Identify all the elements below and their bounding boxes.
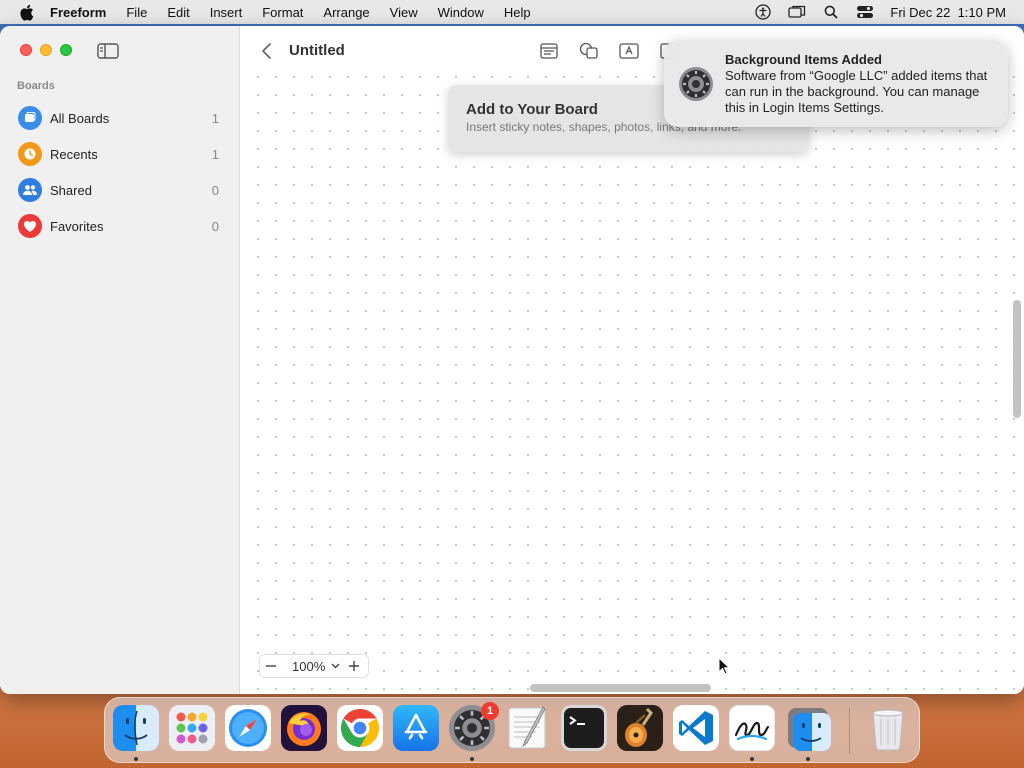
menubar-clock[interactable]: Fri Dec 22 1:10 PM <box>890 5 1006 20</box>
menu-view[interactable]: View <box>390 5 418 20</box>
menu-file[interactable]: File <box>126 5 147 20</box>
zoom-out-button[interactable] <box>260 655 282 677</box>
mouse-pointer-icon <box>718 656 731 675</box>
back-chevron-icon[interactable] <box>259 40 275 62</box>
vertical-scrollbar[interactable] <box>1013 300 1021 418</box>
running-indicator <box>750 757 754 761</box>
menu-window[interactable]: Window <box>438 5 484 20</box>
running-indicator <box>134 757 138 761</box>
app-store-icon[interactable] <box>393 705 439 751</box>
heart-icon <box>18 214 42 238</box>
launchpad-icon[interactable] <box>169 705 215 751</box>
horizontal-scrollbar[interactable] <box>530 684 711 692</box>
menu-bar: Freeform File Edit Insert Format Arrange… <box>0 0 1024 24</box>
screen-mirroring-icon[interactable] <box>788 3 806 21</box>
all-boards-icon <box>18 106 42 130</box>
firefox-icon[interactable] <box>281 705 327 751</box>
menu-format[interactable]: Format <box>262 5 303 20</box>
apple-menu-icon[interactable] <box>16 2 36 22</box>
sidebar-item-label: Shared <box>50 182 92 198</box>
freeform-icon[interactable] <box>729 705 775 751</box>
sidebar-item-favorites[interactable]: Favorites 0 <box>10 208 232 244</box>
safari-icon[interactable] <box>225 705 271 751</box>
sidebar-list: All Boards 1 Recents 1 Shared 0 Favorite… <box>10 100 232 244</box>
close-window-button[interactable] <box>20 44 32 56</box>
sidebar-item-count: 0 <box>211 182 219 198</box>
sidebar: Boards All Boards 1 Recents 1 Shared 0 F… <box>0 26 240 694</box>
sidebar-toggle-icon[interactable] <box>96 42 120 60</box>
menu-help[interactable]: Help <box>504 5 531 20</box>
textedit-icon[interactable] <box>505 705 551 751</box>
garageband-icon[interactable] <box>617 705 663 751</box>
terminal-icon[interactable] <box>561 705 607 751</box>
sidebar-item-label: All Boards <box>50 110 110 126</box>
running-indicator <box>806 757 810 761</box>
zoom-control: 100% <box>259 654 369 678</box>
finder-copy-icon[interactable] <box>785 705 831 751</box>
notification-badge: 1 <box>481 702 499 720</box>
sidebar-item-count: 1 <box>211 110 219 126</box>
window-controls <box>20 44 72 56</box>
dock: 1 <box>104 697 920 763</box>
sidebar-item-count: 1 <box>211 146 219 162</box>
system-settings-dock-icon[interactable]: 1 <box>449 702 499 751</box>
notification-body: Software from “Google LLC” added items t… <box>725 68 988 115</box>
sidebar-heading: Boards <box>17 80 55 92</box>
sidebar-item-shared[interactable]: Shared 0 <box>10 172 232 208</box>
zoom-level[interactable]: 100% <box>292 659 325 674</box>
clock-icon <box>18 142 42 166</box>
board-title[interactable]: Untitled <box>289 42 345 59</box>
chrome-icon[interactable] <box>337 705 383 751</box>
people-icon <box>18 178 42 202</box>
menu-edit[interactable]: Edit <box>167 5 189 20</box>
zoom-window-button[interactable] <box>60 44 72 56</box>
spotlight-search-icon[interactable] <box>822 3 840 21</box>
system-settings-icon <box>678 66 714 102</box>
text-box-tool-icon[interactable] <box>617 40 641 62</box>
notification-banner[interactable]: Background Items Added Software from “Go… <box>664 40 1008 127</box>
zoom-in-button[interactable] <box>343 655 365 677</box>
sidebar-item-all-boards[interactable]: All Boards 1 <box>10 100 232 136</box>
chevron-down-icon[interactable] <box>329 660 341 672</box>
sidebar-item-recents[interactable]: Recents 1 <box>10 136 232 172</box>
menu-insert[interactable]: Insert <box>210 5 243 20</box>
notification-title: Background Items Added <box>725 52 882 67</box>
menu-app-name[interactable]: Freeform <box>50 5 106 20</box>
sticky-note-tool-icon[interactable] <box>537 40 561 62</box>
accessibility-icon[interactable] <box>754 3 772 21</box>
finder-icon[interactable] <box>113 705 159 751</box>
sidebar-item-count: 0 <box>211 218 219 234</box>
trash-icon[interactable] <box>865 705 911 751</box>
sidebar-item-label: Recents <box>50 146 98 162</box>
running-indicator <box>470 757 474 761</box>
minimize-window-button[interactable] <box>40 44 52 56</box>
sidebar-item-label: Favorites <box>50 218 104 234</box>
dock-separator <box>849 708 850 754</box>
menu-arrange[interactable]: Arrange <box>323 5 369 20</box>
control-center-icon[interactable] <box>856 3 874 21</box>
shape-tool-icon[interactable] <box>577 40 601 62</box>
vscode-icon[interactable] <box>673 705 719 751</box>
